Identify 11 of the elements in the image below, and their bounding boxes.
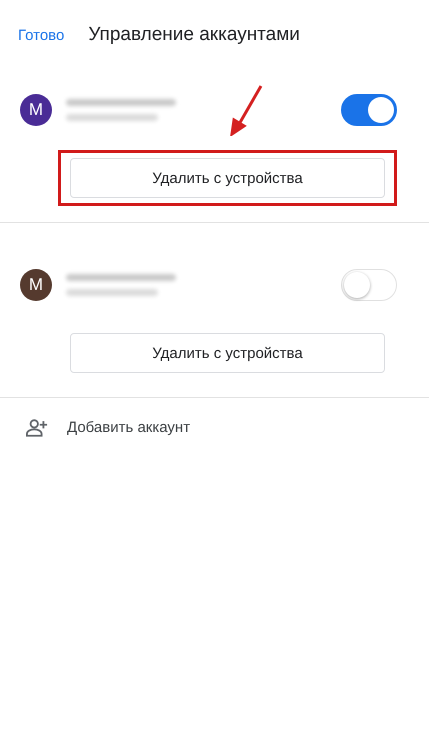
screen-title: Управление аккаунтами <box>88 24 300 46</box>
avatar: M <box>20 94 52 126</box>
add-person-icon <box>26 418 48 437</box>
remove-button[interactable]: Удалить с устройства <box>70 158 385 198</box>
add-account-item[interactable]: Добавить аккаунт <box>0 398 429 437</box>
arrow <box>230 84 264 136</box>
add-account-label: Добавить аккаунт <box>67 419 190 436</box>
avatar: M <box>20 269 52 301</box>
done-button[interactable]: Готово <box>14 26 68 44</box>
toggle-switch[interactable] <box>341 94 397 126</box>
remove-button[interactable]: Удалить с устройства <box>70 333 385 373</box>
